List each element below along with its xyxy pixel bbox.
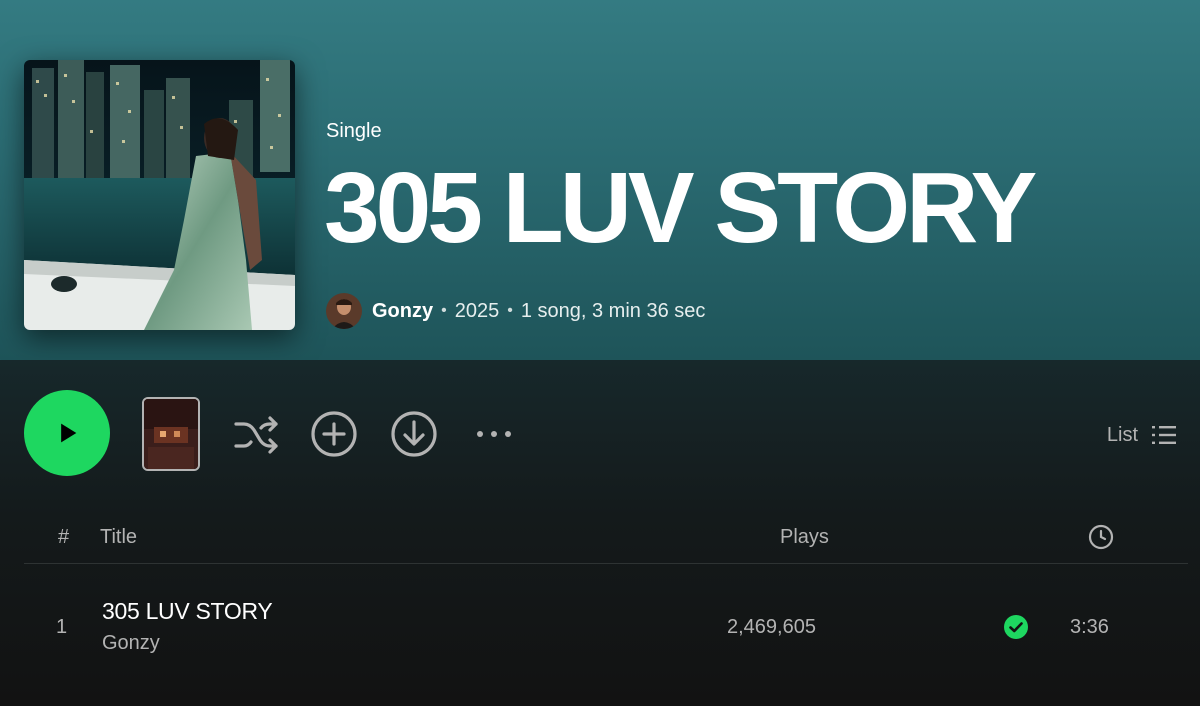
saved-check-icon <box>1004 615 1028 639</box>
column-header-title[interactable]: Title <box>100 526 137 549</box>
meta-separator: • <box>441 302 447 319</box>
column-header-plays[interactable]: Plays <box>780 526 829 549</box>
track-number: 1 <box>56 616 68 638</box>
meta-separator: • <box>507 302 513 319</box>
album-meta: Gonzy • 2025 • 1 song, 3 min 36 sec <box>326 292 705 330</box>
release-type-label: Single <box>326 120 382 142</box>
shuffle-button[interactable] <box>232 410 280 458</box>
more-options-button[interactable] <box>470 410 518 458</box>
artist-link[interactable]: Gonzy <box>372 300 433 323</box>
view-mode-toggle[interactable]: List <box>1107 420 1176 450</box>
artist-avatar[interactable] <box>326 293 362 329</box>
track-plays: 2,469,605 <box>727 616 816 638</box>
track-duration: 3:36 <box>1070 616 1109 638</box>
download-button[interactable] <box>390 410 438 458</box>
column-header-number: # <box>58 526 70 548</box>
album-summary: 1 song, 3 min 36 sec <box>520 299 706 322</box>
track-table-header: # Title Plays <box>24 518 1188 564</box>
play-icon <box>61 423 77 443</box>
album-title: 305 LUV STORY <box>324 152 1037 264</box>
release-year: 2025 <box>454 299 500 322</box>
album-header: Single 305 LUV STORY Gonzy • 2025 • 1 so… <box>0 0 1200 360</box>
column-header-duration[interactable] <box>1088 524 1114 556</box>
view-mode-label: List <box>1106 423 1138 446</box>
add-circle-icon <box>311 411 357 457</box>
album-cover[interactable] <box>24 60 295 330</box>
track-artist[interactable]: Gonzy <box>102 632 160 655</box>
add-to-library-button[interactable] <box>310 410 358 458</box>
list-view-icon <box>1152 426 1176 444</box>
download-icon <box>391 411 437 457</box>
shuffle-icon <box>234 416 278 454</box>
track-row[interactable]: 1 305 LUV STORY Gonzy 2,469,605 3:36 <box>24 588 1188 666</box>
more-icon <box>477 431 511 437</box>
saved-to-library-button[interactable] <box>1003 614 1029 640</box>
album-page: Single 305 LUV STORY Gonzy • 2025 • 1 so… <box>0 0 1200 706</box>
track-title[interactable]: 305 LUV STORY <box>102 598 273 625</box>
preview-thumbnail[interactable] <box>142 397 200 471</box>
clock-icon <box>1088 524 1114 550</box>
play-button[interactable] <box>24 390 110 476</box>
